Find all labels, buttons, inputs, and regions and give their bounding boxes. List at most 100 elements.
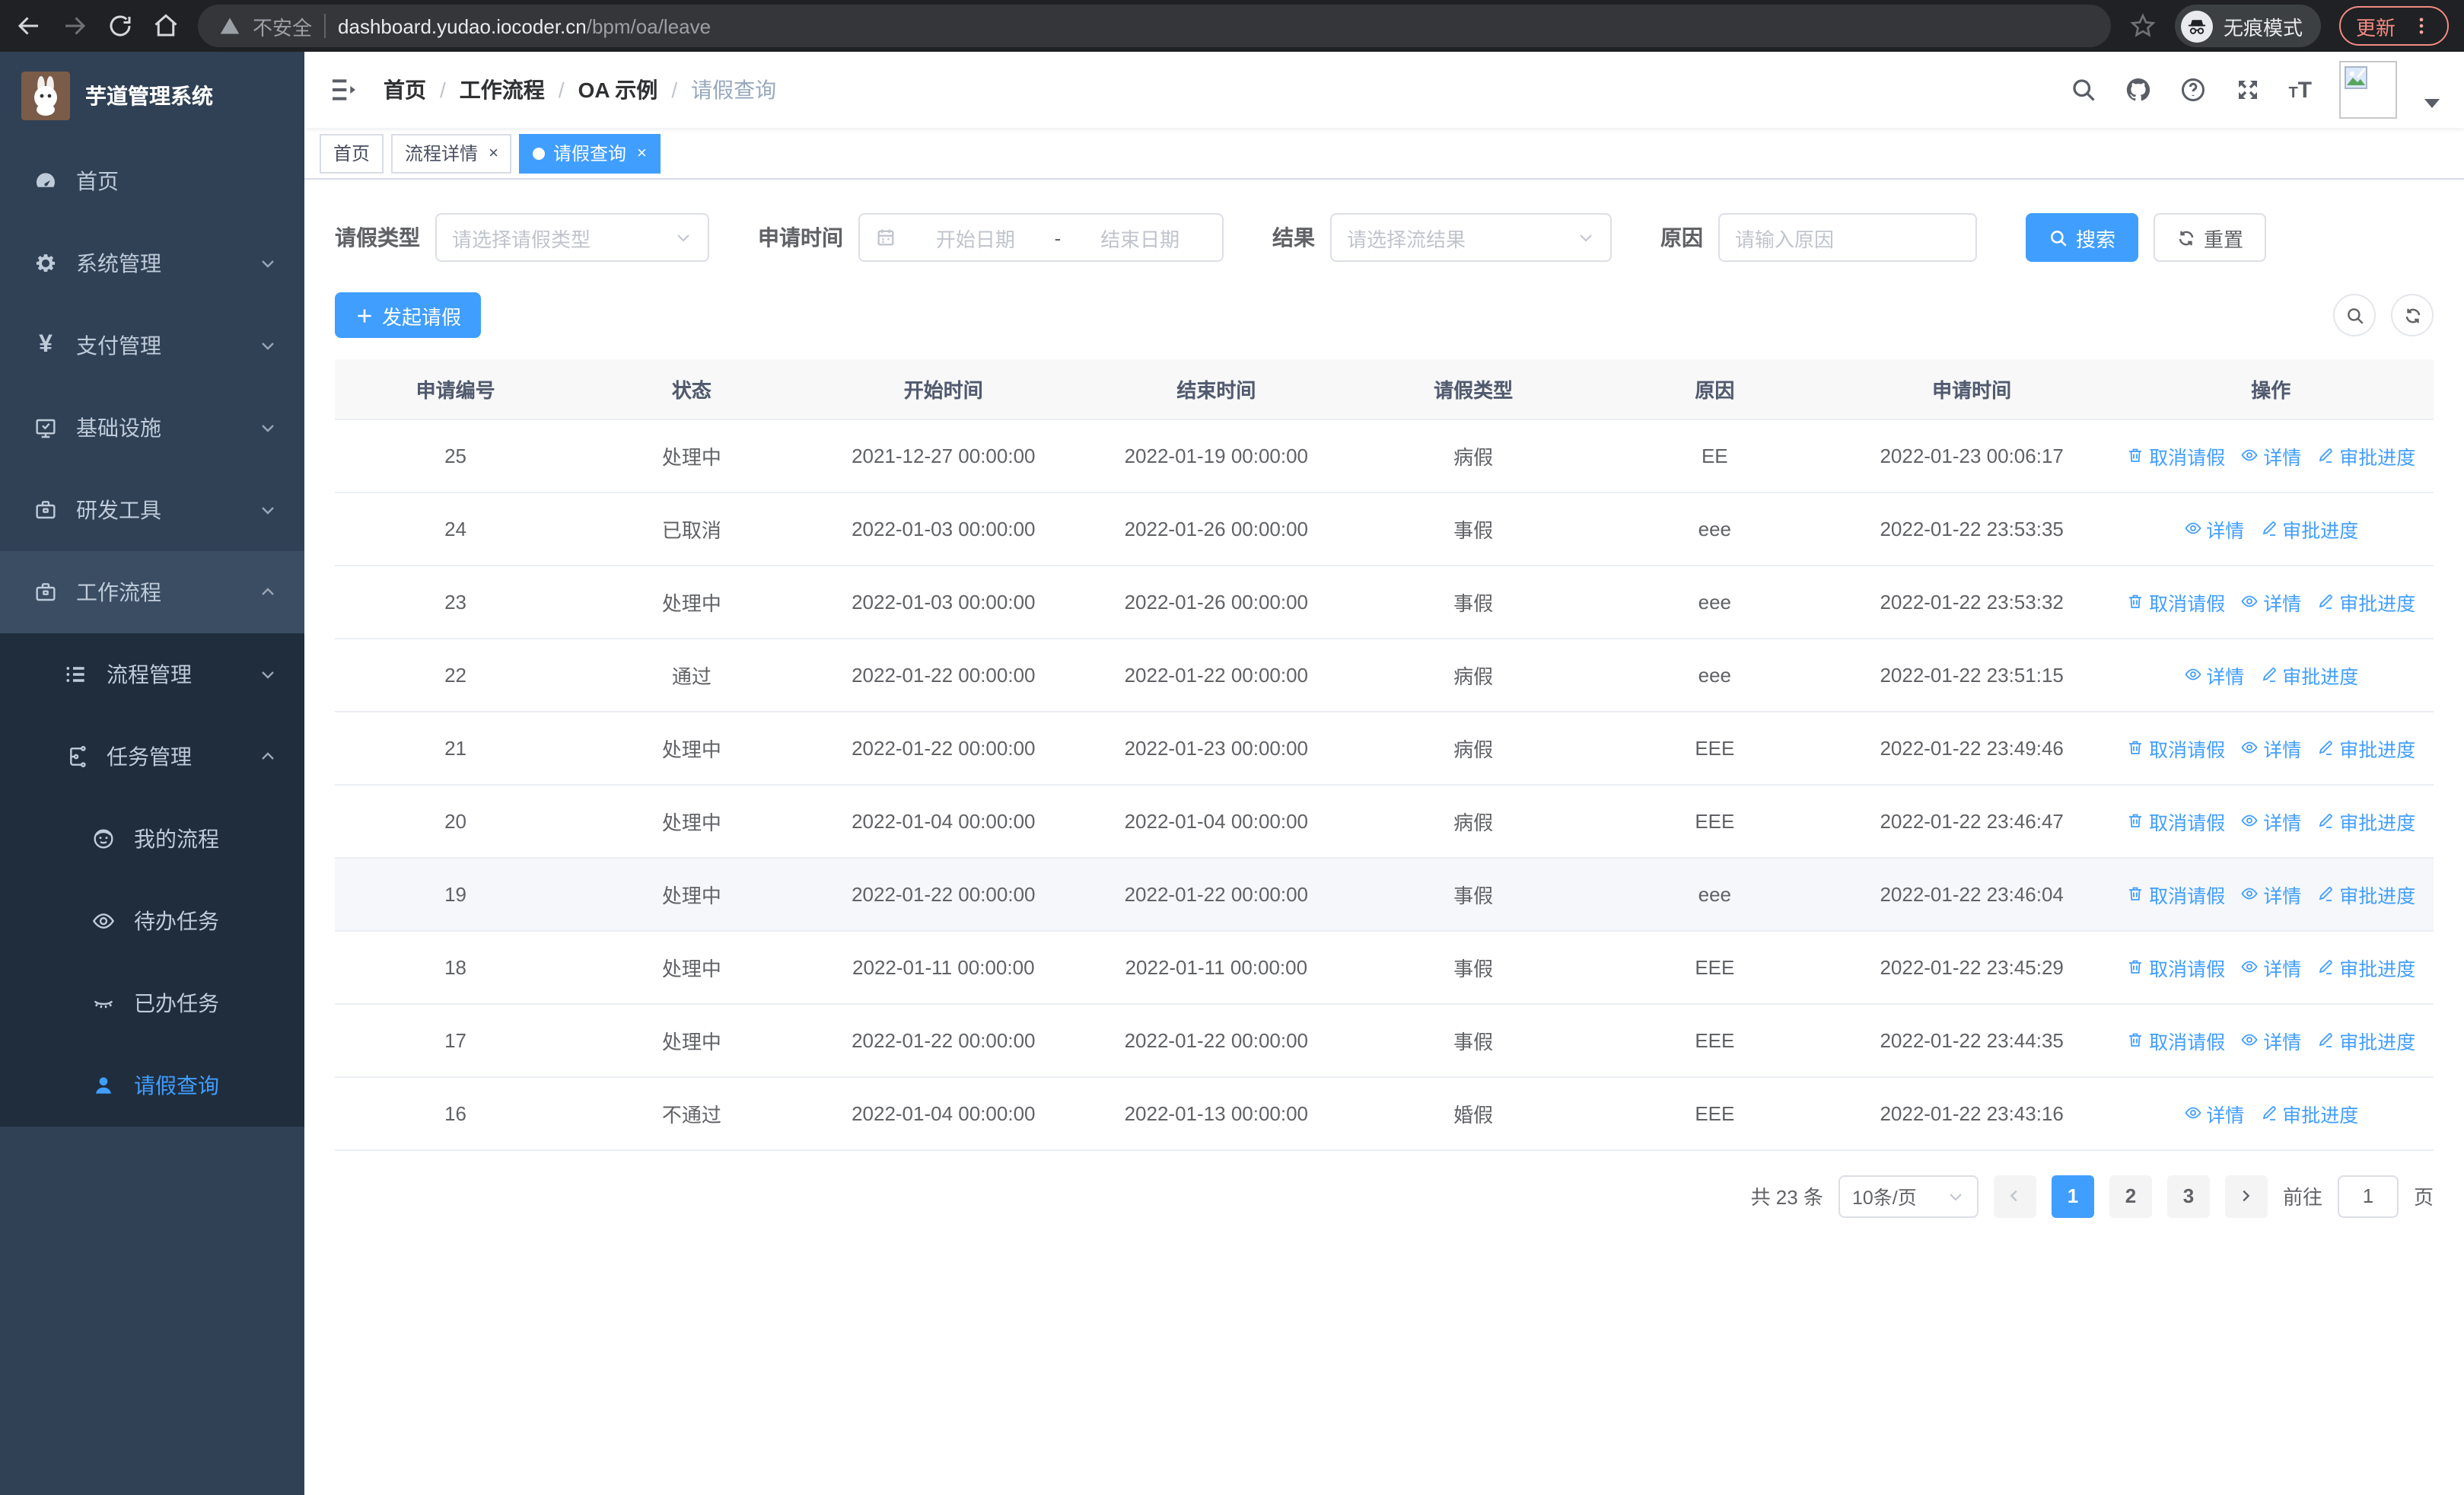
cell-end: 2022-01-23 00:00:00	[1080, 711, 1353, 785]
progress-action-link[interactable]: 审批进度	[2316, 1025, 2415, 1054]
progress-action-link[interactable]: 审批进度	[2316, 441, 2415, 470]
forward-icon[interactable]	[61, 12, 88, 40]
breadcrumb-item[interactable]: 工作流程	[460, 75, 545, 105]
filter-form: 请假类型 请选择请假类型 申请时间 开始日期 - 结束日期 结果 请选择流结果	[335, 213, 2434, 262]
sidebar-item-已办任务[interactable]: 已办任务	[0, 962, 304, 1044]
table-row[interactable]: 19 处理中 2022-01-22 00:00:00 2022-01-22 00:00…	[335, 857, 2434, 931]
create-leave-button[interactable]: 发起请假	[335, 292, 482, 338]
page-button-1[interactable]: 1	[2051, 1175, 2094, 1217]
sidebar-item-首页[interactable]: 首页	[0, 140, 304, 222]
table-row[interactable]: 21 处理中 2022-01-22 00:00:00 2022-01-23 00:00…	[335, 711, 2434, 785]
search-icon[interactable]	[2069, 76, 2096, 104]
progress-action-link[interactable]: 审批进度	[2316, 952, 2415, 981]
tab-流程详情[interactable]: 流程详情 ×	[391, 133, 512, 173]
detail-action-link[interactable]: 详情	[2240, 441, 2301, 470]
progress-action-link[interactable]: 审批进度	[2316, 733, 2415, 762]
browser-menu-icon[interactable]	[2411, 15, 2432, 37]
tab-首页[interactable]: 首页	[320, 133, 384, 173]
reset-button[interactable]: 重置	[2154, 213, 2267, 262]
avatar[interactable]	[2339, 61, 2397, 119]
search-button[interactable]: 搜索	[2026, 213, 2139, 262]
sidebar-item-系统管理[interactable]: 系统管理	[0, 222, 304, 304]
tab-close-icon[interactable]: ×	[637, 144, 647, 162]
sidebar-item-任务管理[interactable]: 任务管理	[0, 716, 304, 798]
sidebar-item-基础设施[interactable]: 基础设施	[0, 387, 304, 469]
cancel-action-link[interactable]: 取消请假	[2126, 806, 2225, 835]
leave-type-label: 请假类型	[335, 225, 420, 250]
page-button-2[interactable]: 2	[2109, 1175, 2152, 1217]
progress-action-link[interactable]: 审批进度	[2259, 1098, 2358, 1127]
bookmark-star-icon[interactable]	[2129, 12, 2157, 40]
cancel-action-link[interactable]: 取消请假	[2126, 587, 2225, 616]
detail-action-link[interactable]: 详情	[2183, 514, 2244, 543]
table-row[interactable]: 20 处理中 2022-01-04 00:00:00 2022-01-04 00:00…	[335, 784, 2434, 858]
next-page-button[interactable]	[2224, 1175, 2268, 1217]
home-icon[interactable]	[152, 12, 180, 40]
sidebar-toggle-icon[interactable]	[329, 75, 359, 105]
back-icon[interactable]	[15, 12, 43, 40]
detail-action-link[interactable]: 详情	[2240, 587, 2301, 616]
sidebar-item-流程管理[interactable]: 流程管理	[0, 633, 304, 716]
table-row[interactable]: 24 已取消 2022-01-03 00:00:00 2022-01-26 00:00…	[335, 492, 2434, 566]
detail-action-link[interactable]: 详情	[2240, 733, 2301, 762]
leave-type-select[interactable]: 请选择请假类型	[435, 213, 709, 262]
hide-search-button[interactable]	[2333, 294, 2376, 336]
result-select[interactable]: 请选择流结果	[1330, 213, 1612, 262]
breadcrumb-item[interactable]: OA 示例	[578, 75, 658, 105]
sidebar-item-待办任务[interactable]: 待办任务	[0, 880, 304, 962]
action-label: 审批进度	[2282, 666, 2359, 687]
table-row[interactable]: 23 处理中 2022-01-03 00:00:00 2022-01-26 00:00…	[335, 565, 2434, 639]
table-row[interactable]: 25 处理中 2021-12-27 00:00:00 2022-01-19 00:00…	[335, 419, 2434, 492]
progress-action-link[interactable]: 审批进度	[2259, 660, 2358, 689]
detail-action-link[interactable]: 详情	[2240, 1025, 2301, 1054]
user-menu-caret-icon[interactable]	[2424, 99, 2440, 108]
tab-close-icon[interactable]: ×	[489, 144, 498, 162]
page-button-3[interactable]: 3	[2166, 1175, 2210, 1217]
tab-请假查询[interactable]: 请假查询 ×	[519, 133, 661, 173]
update-button[interactable]: 更新	[2338, 6, 2449, 46]
sidebar-item-请假查询[interactable]: 请假查询	[0, 1044, 304, 1127]
trash-icon	[2126, 811, 2144, 830]
cancel-action-link[interactable]: 取消请假	[2126, 441, 2225, 470]
reload-icon[interactable]	[107, 12, 134, 40]
detail-action-link[interactable]: 详情	[2183, 660, 2244, 689]
detail-action-link[interactable]: 详情	[2240, 806, 2301, 835]
progress-action-link[interactable]: 审批进度	[2259, 514, 2358, 543]
detail-action-link[interactable]: 详情	[2183, 1098, 2244, 1127]
progress-action-link[interactable]: 审批进度	[2316, 587, 2415, 616]
table-row[interactable]: 18 处理中 2022-01-11 00:00:00 2022-01-11 00:00…	[335, 930, 2434, 1004]
calendar-icon	[875, 227, 896, 248]
help-icon[interactable]	[2179, 76, 2206, 104]
progress-action-link[interactable]: 审批进度	[2316, 806, 2415, 835]
cancel-action-link[interactable]: 取消请假	[2126, 733, 2225, 762]
detail-action-link[interactable]: 详情	[2240, 952, 2301, 981]
cancel-action-link[interactable]: 取消请假	[2126, 952, 2225, 981]
cell-end: 2022-01-26 00:00:00	[1080, 492, 1353, 566]
url-text: dashboard.yudao.iocoder.cn/bpm/oa/leave	[338, 14, 712, 37]
url-bar[interactable]: 不安全 dashboard.yudao.iocoder.cn/bpm/oa/le…	[198, 5, 2111, 47]
sidebar-item-我的流程[interactable]: 我的流程	[0, 798, 304, 880]
prev-page-button[interactable]	[1993, 1175, 2036, 1217]
app-logo-row[interactable]: 芋道管理系统	[0, 52, 304, 140]
cell-id: 23	[335, 565, 577, 639]
reason-input[interactable]: 请输入原因	[1718, 213, 1977, 262]
detail-action-link[interactable]: 详情	[2240, 879, 2301, 908]
breadcrumb-item[interactable]: 首页	[384, 75, 426, 105]
table-row[interactable]: 17 处理中 2022-01-22 00:00:00 2022-01-22 00:00…	[335, 1003, 2434, 1077]
sidebar-item-支付管理[interactable]: ¥ 支付管理	[0, 304, 304, 387]
page-size-select[interactable]: 10条/页	[1838, 1175, 1979, 1217]
refresh-table-button[interactable]	[2391, 294, 2434, 336]
fullscreen-icon[interactable]	[2233, 76, 2261, 104]
table-row[interactable]: 22 通过 2022-01-22 00:00:00 2022-01-22 00:00:…	[335, 638, 2434, 712]
table-row[interactable]: 16 不通过 2022-01-04 00:00:00 2022-01-13 00:00…	[335, 1076, 2434, 1150]
cancel-action-link[interactable]: 取消请假	[2126, 879, 2225, 908]
pen-icon	[2316, 958, 2335, 976]
sidebar-item-研发工具[interactable]: 研发工具	[0, 469, 304, 551]
progress-action-link[interactable]: 审批进度	[2316, 879, 2415, 908]
goto-page-input[interactable]: 1	[2337, 1175, 2399, 1217]
font-size-icon[interactable]: TT	[2288, 78, 2312, 101]
cancel-action-link[interactable]: 取消请假	[2126, 1025, 2225, 1054]
apply-time-range-picker[interactable]: 开始日期 - 结束日期	[858, 213, 1224, 262]
sidebar-item-工作流程[interactable]: 工作流程	[0, 551, 304, 633]
github-icon[interactable]	[2124, 76, 2151, 104]
